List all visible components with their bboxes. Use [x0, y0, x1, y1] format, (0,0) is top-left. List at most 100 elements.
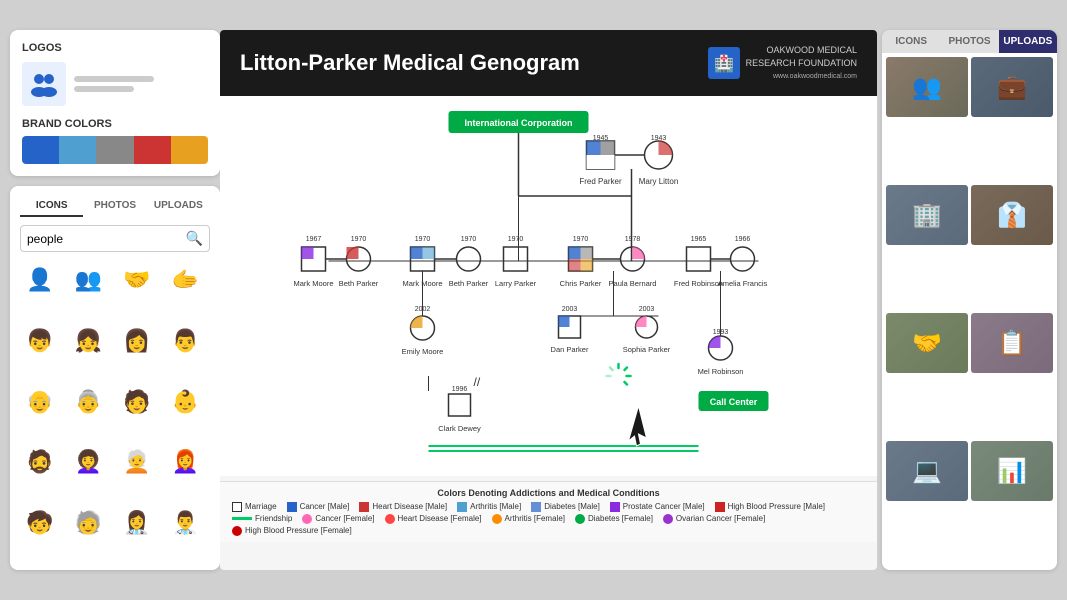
photo-item[interactable]: 🏢 — [886, 185, 968, 245]
main-canvas: Litton-Parker Medical Genogram 🏥 OAKWOOD… — [220, 30, 877, 570]
logos-title: LOGOS — [22, 42, 208, 54]
svg-text:🏥: 🏥 — [714, 54, 734, 73]
legend-diabetes-female: Diabetes [Female] — [575, 514, 653, 524]
swatch-gray[interactable] — [96, 136, 133, 164]
legend-arthritis-female: Arthritis [Female] — [492, 514, 565, 524]
search-input[interactable] — [27, 232, 186, 246]
legend: Colors Denoting Addictions and Medical C… — [220, 481, 877, 542]
icon-item[interactable]: 🫱 — [166, 260, 206, 300]
photo-item[interactable]: 👔 — [971, 185, 1053, 245]
svg-text:Mary Litton: Mary Litton — [639, 177, 679, 186]
icon-item[interactable]: 👩‍🦰 — [166, 442, 206, 482]
svg-text:1966: 1966 — [735, 236, 751, 243]
legend-cancer-male: Cancer [Male] — [287, 502, 350, 512]
search-bar[interactable]: 🔍 — [20, 225, 210, 252]
legend-bloodpressure-male: High Blood Pressure [Male] — [715, 502, 825, 512]
right-tab-icons[interactable]: ICONS — [882, 30, 940, 53]
logo-line-1 — [74, 76, 154, 82]
photo-item[interactable]: 📊 — [971, 441, 1053, 501]
icon-item[interactable]: 👦 — [20, 321, 60, 361]
photo-item[interactable]: 💼 — [971, 57, 1053, 117]
legend-heartdisease-male: Heart Disease [Male] — [359, 502, 447, 512]
photo-item[interactable]: 👥 — [886, 57, 968, 117]
icon-item[interactable]: 👵 — [69, 382, 109, 422]
icon-item[interactable]: 👩‍🦱 — [69, 442, 109, 482]
photo-item[interactable]: 🤝 — [886, 313, 968, 373]
icon-item[interactable]: 🧓 — [69, 503, 109, 543]
svg-text:Paula Bernard: Paula Bernard — [609, 279, 657, 288]
right-tab-photos[interactable]: PHOTOS — [940, 30, 998, 53]
icon-item[interactable]: 👶 — [166, 382, 206, 422]
icon-item[interactable]: 🧑 — [117, 382, 157, 422]
svg-text:Larry Parker: Larry Parker — [495, 279, 537, 288]
right-panel: ICONS PHOTOS UPLOADS 👥 💼 🏢 👔 🤝 📋 💻 � — [882, 30, 1057, 570]
legend-cancer-female: Cancer [Female] — [302, 514, 374, 524]
svg-text:1978: 1978 — [625, 236, 641, 243]
svg-text:2002: 2002 — [415, 306, 431, 313]
svg-text:Sophia Parker: Sophia Parker — [623, 345, 671, 354]
legend-friendship: Friendship — [232, 514, 292, 524]
legend-bloodpressure-female: High Blood Pressure [Female] — [232, 526, 352, 536]
org-logo-icon: 🏥 — [708, 47, 740, 79]
right-panel-tabs: ICONS PHOTOS UPLOADS — [882, 30, 1057, 53]
legend-items: Marriage Cancer [Male] Heart Disease [Ma… — [232, 502, 865, 536]
icons-panel: ICONS PHOTOS UPLOADS 🔍 👤 👥 🤝 🫱 👦 👧 👩 👨 👴… — [10, 186, 220, 570]
svg-text:Amelia Francis: Amelia Francis — [718, 279, 768, 288]
legend-ovarian-female: Ovarian Cancer [Female] — [663, 514, 765, 524]
icon-item[interactable]: 👩 — [117, 321, 157, 361]
tab-photos[interactable]: PHOTOS — [83, 196, 146, 217]
icon-item[interactable]: 👥 — [69, 260, 109, 300]
legend-title: Colors Denoting Addictions and Medical C… — [232, 488, 865, 498]
swatch-red[interactable] — [134, 136, 171, 164]
svg-text:Chris Parker: Chris Parker — [560, 279, 602, 288]
logo-preview — [22, 62, 208, 106]
color-swatches — [22, 136, 208, 164]
panel-tabs: ICONS PHOTOS UPLOADS — [20, 196, 210, 217]
icon-item[interactable]: 👴 — [20, 382, 60, 422]
svg-text:1970: 1970 — [351, 236, 367, 243]
logo-lines — [74, 76, 154, 92]
org-name: OAKWOOD MEDICALRESEARCH FOUNDATIONwww.oa… — [746, 44, 857, 82]
svg-text:2003: 2003 — [562, 306, 578, 313]
tab-uploads[interactable]: UPLOADS — [147, 196, 210, 217]
icon-item[interactable]: 🧑‍🦳 — [117, 442, 157, 482]
photo-item[interactable]: 💻 — [886, 441, 968, 501]
swatch-yellow[interactable] — [171, 136, 208, 164]
icon-item[interactable]: 👨 — [166, 321, 206, 361]
legend-arthritis-male: Arthritis [Male] — [457, 502, 521, 512]
genogram-svg: International Corporation Fred Parker 19… — [220, 96, 877, 476]
svg-text:Beth Parker: Beth Parker — [339, 279, 379, 288]
org-logo: 🏥 OAKWOOD MEDICALRESEARCH FOUNDATIONwww.… — [708, 44, 857, 82]
icon-item[interactable]: 🧔 — [20, 442, 60, 482]
icon-item[interactable]: 👧 — [69, 321, 109, 361]
legend-diabetes-male: Diabetes [Male] — [531, 502, 600, 512]
svg-text:1996: 1996 — [452, 386, 468, 393]
swatch-blue[interactable] — [22, 136, 59, 164]
svg-text:1967: 1967 — [306, 236, 322, 243]
icon-item[interactable]: 👩‍⚕️ — [117, 503, 157, 543]
icon-item[interactable]: 🤝 — [117, 260, 157, 300]
svg-text:Mark Moore: Mark Moore — [293, 279, 333, 288]
tab-icons[interactable]: ICONS — [20, 196, 83, 217]
icon-item[interactable]: 🧒 — [20, 503, 60, 543]
genogram-header: Litton-Parker Medical Genogram 🏥 OAKWOOD… — [220, 30, 877, 96]
svg-text:1993: 1993 — [713, 329, 729, 336]
svg-text:1970: 1970 — [461, 236, 477, 243]
icon-item[interactable]: 👤 — [20, 260, 60, 300]
svg-text:1965: 1965 — [691, 236, 707, 243]
photo-item[interactable]: 📋 — [971, 313, 1053, 373]
svg-text:International Corporation: International Corporation — [465, 118, 573, 128]
cursor-icon — [629, 406, 647, 446]
icon-item[interactable]: 👨‍⚕️ — [166, 503, 206, 543]
svg-text:1943: 1943 — [651, 135, 667, 142]
svg-text://: // — [474, 375, 481, 389]
right-tab-uploads[interactable]: UPLOADS — [999, 30, 1057, 53]
svg-text:Beth Parker: Beth Parker — [449, 279, 489, 288]
icons-grid: 👤 👥 🤝 🫱 👦 👧 👩 👨 👴 👵 🧑 👶 🧔 👩‍🦱 🧑‍🦳 👩‍🦰 🧒 … — [20, 260, 210, 560]
svg-text:1945: 1945 — [593, 135, 609, 142]
swatch-lightblue[interactable] — [59, 136, 96, 164]
logo-card: LOGOS BRAND COLORS — [10, 30, 220, 176]
photos-grid: 👥 💼 🏢 👔 🤝 📋 💻 📊 — [882, 53, 1057, 570]
svg-text:1970: 1970 — [508, 236, 524, 243]
svg-text:Call Center: Call Center — [710, 397, 758, 407]
